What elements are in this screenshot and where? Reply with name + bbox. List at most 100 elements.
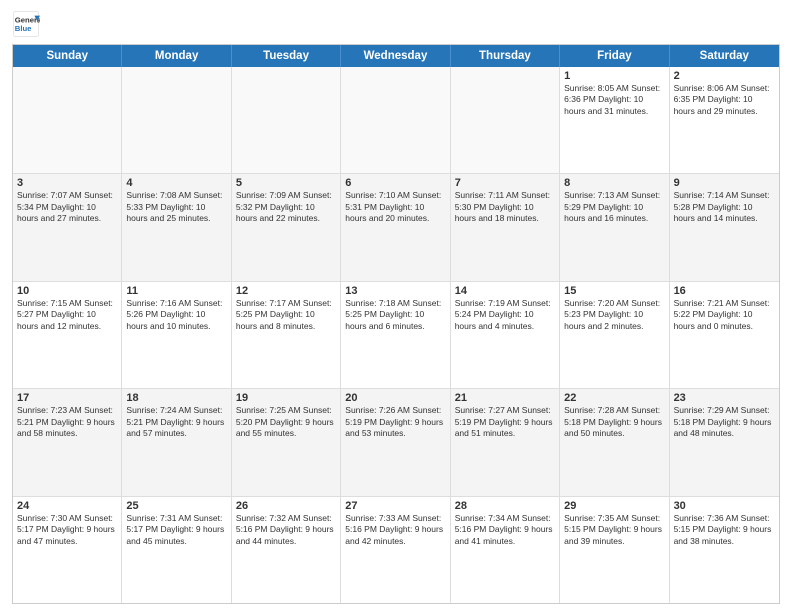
day-info: Sunrise: 7:19 AM Sunset: 5:24 PM Dayligh… xyxy=(455,298,555,332)
day-number: 10 xyxy=(17,285,117,297)
day-number: 3 xyxy=(17,177,117,189)
calendar-cell: 23Sunrise: 7:29 AM Sunset: 5:18 PM Dayli… xyxy=(670,389,779,495)
day-info: Sunrise: 7:07 AM Sunset: 5:34 PM Dayligh… xyxy=(17,190,117,224)
logo: General Blue xyxy=(12,10,40,38)
day-info: Sunrise: 7:14 AM Sunset: 5:28 PM Dayligh… xyxy=(674,190,775,224)
day-info: Sunrise: 7:16 AM Sunset: 5:26 PM Dayligh… xyxy=(126,298,226,332)
day-number: 2 xyxy=(674,70,775,82)
calendar-cell: 10Sunrise: 7:15 AM Sunset: 5:27 PM Dayli… xyxy=(13,282,122,388)
day-info: Sunrise: 7:08 AM Sunset: 5:33 PM Dayligh… xyxy=(126,190,226,224)
calendar-row-5: 24Sunrise: 7:30 AM Sunset: 5:17 PM Dayli… xyxy=(13,497,779,603)
day-number: 9 xyxy=(674,177,775,189)
day-number: 8 xyxy=(564,177,664,189)
calendar-cell: 17Sunrise: 7:23 AM Sunset: 5:21 PM Dayli… xyxy=(13,389,122,495)
day-number: 23 xyxy=(674,392,775,404)
day-info: Sunrise: 7:15 AM Sunset: 5:27 PM Dayligh… xyxy=(17,298,117,332)
calendar: SundayMondayTuesdayWednesdayThursdayFrid… xyxy=(12,44,780,604)
calendar-cell xyxy=(13,67,122,173)
calendar-cell: 14Sunrise: 7:19 AM Sunset: 5:24 PM Dayli… xyxy=(451,282,560,388)
calendar-cell: 30Sunrise: 7:36 AM Sunset: 5:15 PM Dayli… xyxy=(670,497,779,603)
day-number: 5 xyxy=(236,177,336,189)
day-number: 27 xyxy=(345,500,445,512)
calendar-cell: 15Sunrise: 7:20 AM Sunset: 5:23 PM Dayli… xyxy=(560,282,669,388)
calendar-cell xyxy=(341,67,450,173)
calendar-cell: 6Sunrise: 7:10 AM Sunset: 5:31 PM Daylig… xyxy=(341,174,450,280)
day-info: Sunrise: 7:31 AM Sunset: 5:17 PM Dayligh… xyxy=(126,513,226,547)
calendar-cell: 21Sunrise: 7:27 AM Sunset: 5:19 PM Dayli… xyxy=(451,389,560,495)
day-number: 7 xyxy=(455,177,555,189)
day-number: 26 xyxy=(236,500,336,512)
calendar-cell: 3Sunrise: 7:07 AM Sunset: 5:34 PM Daylig… xyxy=(13,174,122,280)
calendar-cell: 25Sunrise: 7:31 AM Sunset: 5:17 PM Dayli… xyxy=(122,497,231,603)
day-number: 25 xyxy=(126,500,226,512)
day-number: 16 xyxy=(674,285,775,297)
day-info: Sunrise: 7:18 AM Sunset: 5:25 PM Dayligh… xyxy=(345,298,445,332)
svg-text:Blue: Blue xyxy=(15,24,32,33)
calendar-row-2: 3Sunrise: 7:07 AM Sunset: 5:34 PM Daylig… xyxy=(13,174,779,281)
header-day-saturday: Saturday xyxy=(670,45,779,67)
day-number: 11 xyxy=(126,285,226,297)
calendar-cell: 9Sunrise: 7:14 AM Sunset: 5:28 PM Daylig… xyxy=(670,174,779,280)
day-number: 1 xyxy=(564,70,664,82)
day-info: Sunrise: 7:34 AM Sunset: 5:16 PM Dayligh… xyxy=(455,513,555,547)
day-number: 12 xyxy=(236,285,336,297)
header: General Blue xyxy=(12,10,780,38)
day-number: 4 xyxy=(126,177,226,189)
day-info: Sunrise: 7:13 AM Sunset: 5:29 PM Dayligh… xyxy=(564,190,664,224)
calendar-cell: 29Sunrise: 7:35 AM Sunset: 5:15 PM Dayli… xyxy=(560,497,669,603)
page: General Blue SundayMondayTuesdayWednesda… xyxy=(0,0,792,612)
calendar-cell xyxy=(232,67,341,173)
calendar-cell: 22Sunrise: 7:28 AM Sunset: 5:18 PM Dayli… xyxy=(560,389,669,495)
day-info: Sunrise: 7:29 AM Sunset: 5:18 PM Dayligh… xyxy=(674,405,775,439)
day-number: 29 xyxy=(564,500,664,512)
calendar-row-3: 10Sunrise: 7:15 AM Sunset: 5:27 PM Dayli… xyxy=(13,282,779,389)
day-info: Sunrise: 8:05 AM Sunset: 6:36 PM Dayligh… xyxy=(564,83,664,117)
calendar-cell: 4Sunrise: 7:08 AM Sunset: 5:33 PM Daylig… xyxy=(122,174,231,280)
day-info: Sunrise: 7:21 AM Sunset: 5:22 PM Dayligh… xyxy=(674,298,775,332)
day-number: 24 xyxy=(17,500,117,512)
header-day-friday: Friday xyxy=(560,45,669,67)
calendar-cell: 19Sunrise: 7:25 AM Sunset: 5:20 PM Dayli… xyxy=(232,389,341,495)
header-day-monday: Monday xyxy=(122,45,231,67)
day-number: 6 xyxy=(345,177,445,189)
day-number: 18 xyxy=(126,392,226,404)
day-number: 19 xyxy=(236,392,336,404)
calendar-cell: 13Sunrise: 7:18 AM Sunset: 5:25 PM Dayli… xyxy=(341,282,450,388)
header-day-thursday: Thursday xyxy=(451,45,560,67)
calendar-cell: 7Sunrise: 7:11 AM Sunset: 5:30 PM Daylig… xyxy=(451,174,560,280)
calendar-cell: 5Sunrise: 7:09 AM Sunset: 5:32 PM Daylig… xyxy=(232,174,341,280)
day-number: 14 xyxy=(455,285,555,297)
day-info: Sunrise: 7:30 AM Sunset: 5:17 PM Dayligh… xyxy=(17,513,117,547)
header-day-wednesday: Wednesday xyxy=(341,45,450,67)
calendar-cell: 27Sunrise: 7:33 AM Sunset: 5:16 PM Dayli… xyxy=(341,497,450,603)
day-number: 20 xyxy=(345,392,445,404)
day-info: Sunrise: 7:25 AM Sunset: 5:20 PM Dayligh… xyxy=(236,405,336,439)
calendar-cell: 16Sunrise: 7:21 AM Sunset: 5:22 PM Dayli… xyxy=(670,282,779,388)
day-info: Sunrise: 7:11 AM Sunset: 5:30 PM Dayligh… xyxy=(455,190,555,224)
calendar-cell: 26Sunrise: 7:32 AM Sunset: 5:16 PM Dayli… xyxy=(232,497,341,603)
day-number: 22 xyxy=(564,392,664,404)
day-info: Sunrise: 7:09 AM Sunset: 5:32 PM Dayligh… xyxy=(236,190,336,224)
day-info: Sunrise: 7:20 AM Sunset: 5:23 PM Dayligh… xyxy=(564,298,664,332)
calendar-cell xyxy=(451,67,560,173)
calendar-cell: 20Sunrise: 7:26 AM Sunset: 5:19 PM Dayli… xyxy=(341,389,450,495)
calendar-cell: 8Sunrise: 7:13 AM Sunset: 5:29 PM Daylig… xyxy=(560,174,669,280)
calendar-cell: 24Sunrise: 7:30 AM Sunset: 5:17 PM Dayli… xyxy=(13,497,122,603)
day-info: Sunrise: 7:35 AM Sunset: 5:15 PM Dayligh… xyxy=(564,513,664,547)
calendar-body: 1Sunrise: 8:05 AM Sunset: 6:36 PM Daylig… xyxy=(13,67,779,603)
calendar-header: SundayMondayTuesdayWednesdayThursdayFrid… xyxy=(13,45,779,67)
header-day-sunday: Sunday xyxy=(13,45,122,67)
day-info: Sunrise: 8:06 AM Sunset: 6:35 PM Dayligh… xyxy=(674,83,775,117)
day-info: Sunrise: 7:24 AM Sunset: 5:21 PM Dayligh… xyxy=(126,405,226,439)
day-info: Sunrise: 7:33 AM Sunset: 5:16 PM Dayligh… xyxy=(345,513,445,547)
day-info: Sunrise: 7:28 AM Sunset: 5:18 PM Dayligh… xyxy=(564,405,664,439)
calendar-cell: 11Sunrise: 7:16 AM Sunset: 5:26 PM Dayli… xyxy=(122,282,231,388)
day-info: Sunrise: 7:27 AM Sunset: 5:19 PM Dayligh… xyxy=(455,405,555,439)
day-info: Sunrise: 7:23 AM Sunset: 5:21 PM Dayligh… xyxy=(17,405,117,439)
day-number: 28 xyxy=(455,500,555,512)
day-number: 15 xyxy=(564,285,664,297)
calendar-cell: 28Sunrise: 7:34 AM Sunset: 5:16 PM Dayli… xyxy=(451,497,560,603)
calendar-row-1: 1Sunrise: 8:05 AM Sunset: 6:36 PM Daylig… xyxy=(13,67,779,174)
day-number: 30 xyxy=(674,500,775,512)
calendar-cell: 18Sunrise: 7:24 AM Sunset: 5:21 PM Dayli… xyxy=(122,389,231,495)
